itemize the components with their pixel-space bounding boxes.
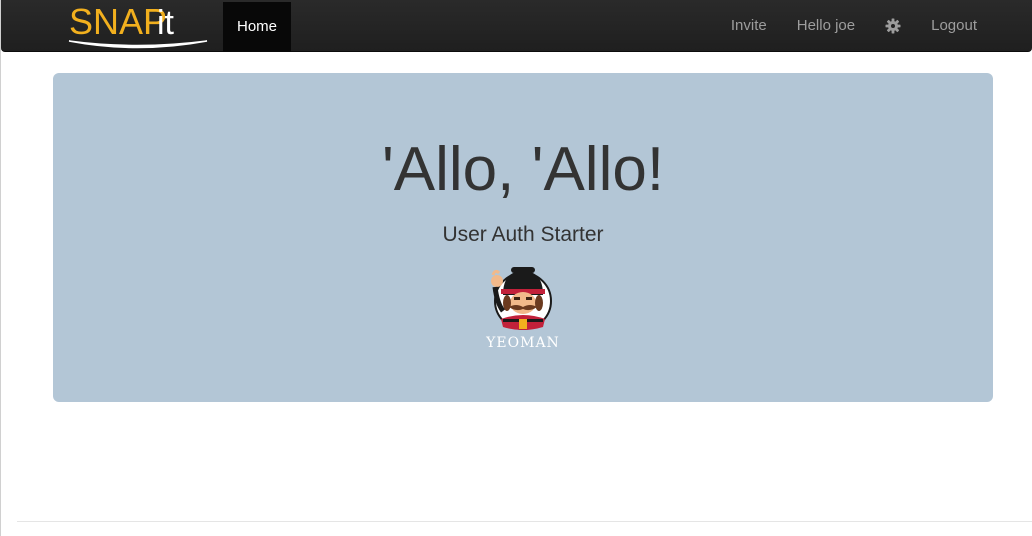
snapit-logo: SNAP it bbox=[68, 1, 208, 49]
yeoman-label: YEOMAN bbox=[486, 335, 560, 351]
logout-link[interactable]: Logout bbox=[916, 0, 992, 52]
brand-prefix: SNAP bbox=[69, 1, 167, 42]
gear-icon bbox=[885, 18, 901, 34]
page: SNAP it Home Invite Hello joe Logout 'Al… bbox=[0, 0, 1032, 536]
navbar: SNAP it Home Invite Hello joe Logout bbox=[1, 0, 1032, 52]
settings-link[interactable] bbox=[870, 0, 916, 52]
brand-suffix: it bbox=[157, 4, 175, 42]
jumbotron: 'Allo, 'Allo! User Auth Starter YEOMAN bbox=[53, 73, 993, 402]
brand-logo[interactable]: SNAP it bbox=[65, 0, 211, 52]
nav-greeting-link[interactable]: Hello joe bbox=[782, 0, 870, 52]
page-subtitle: User Auth Starter bbox=[442, 223, 604, 246]
nav-invite-link[interactable]: Invite bbox=[716, 0, 782, 52]
nav-home-tab[interactable]: Home bbox=[223, 2, 291, 52]
nav-right: Invite Hello joe Logout bbox=[716, 0, 992, 52]
page-title: 'Allo, 'Allo! bbox=[381, 135, 665, 204]
footer-divider bbox=[17, 521, 1032, 522]
